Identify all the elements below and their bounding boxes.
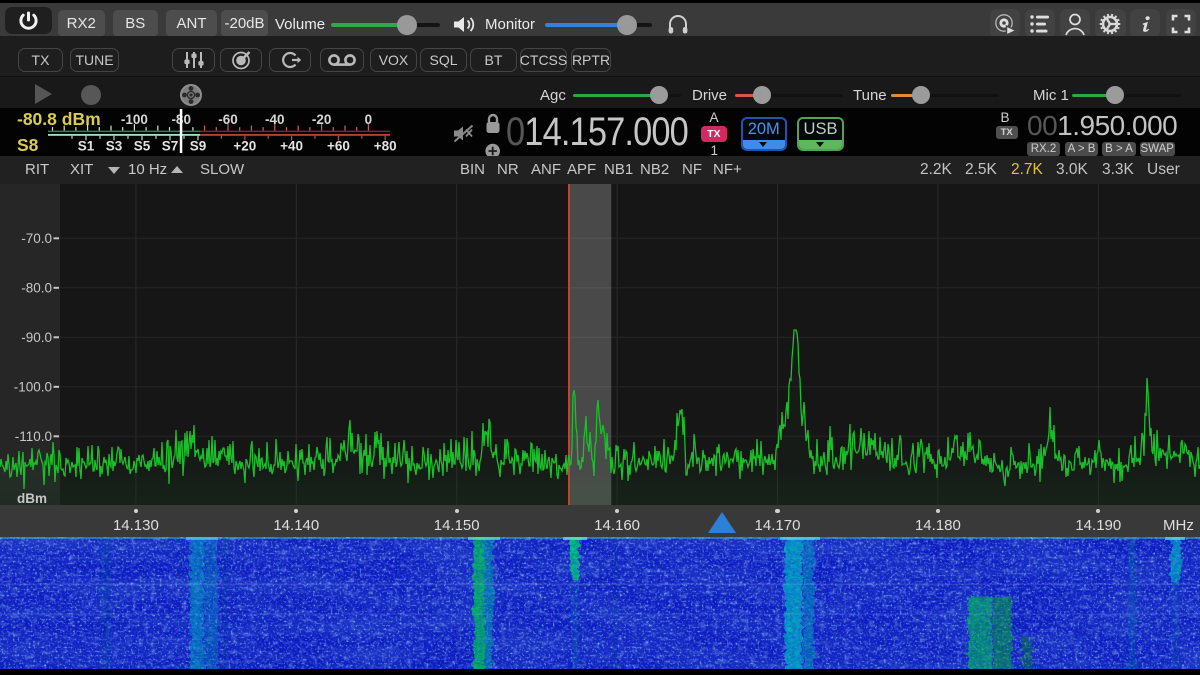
- svg-text:+40: +40: [280, 139, 303, 154]
- svg-text:S8: S8: [17, 135, 39, 155]
- svg-text:S5: S5: [134, 139, 151, 154]
- svg-text:S3: S3: [106, 139, 123, 154]
- svg-text:dBm: dBm: [17, 491, 47, 505]
- svg-text:+60: +60: [327, 139, 350, 154]
- svg-text:-70.0: -70.0: [21, 231, 52, 246]
- svg-text:-110.0: -110.0: [15, 429, 52, 444]
- svg-text:S7: S7: [162, 139, 179, 154]
- svg-text:+80: +80: [374, 139, 397, 154]
- svg-text:S1: S1: [78, 139, 95, 154]
- svg-text:-90.0: -90.0: [21, 330, 52, 345]
- svg-text:S9: S9: [190, 139, 207, 154]
- svg-text:-80.0: -80.0: [21, 280, 52, 295]
- svg-text:-100.0: -100.0: [14, 379, 52, 394]
- svg-text:+20: +20: [233, 139, 256, 154]
